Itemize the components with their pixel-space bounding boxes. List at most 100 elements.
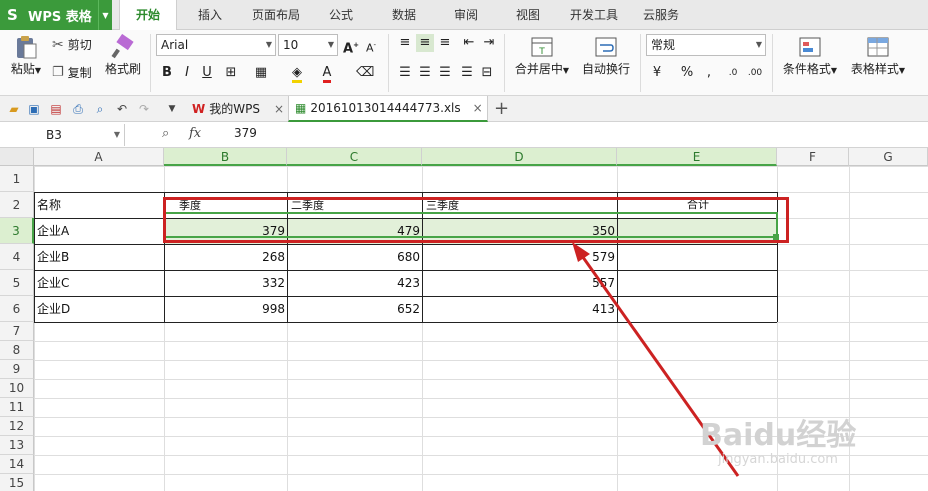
header-cell-q3[interactable]: 三季度 bbox=[423, 193, 553, 219]
fill-pattern-icon[interactable]: ▦ bbox=[252, 64, 270, 82]
formula-input[interactable]: 379 bbox=[234, 126, 257, 140]
paste-button[interactable]: 粘贴▼ bbox=[6, 34, 46, 77]
indent-decrease-icon[interactable]: ⇤ bbox=[460, 34, 478, 52]
fill-handle[interactable] bbox=[773, 234, 779, 240]
row-header[interactable]: 7 bbox=[0, 322, 34, 341]
column-header-c[interactable]: C bbox=[287, 148, 422, 166]
tab-developer[interactable]: 开发工具 bbox=[563, 0, 625, 30]
row-header[interactable]: 2 bbox=[0, 192, 34, 218]
doc-tab-spreadsheet[interactable]: ▦ 20161013014444773.xls × bbox=[288, 96, 488, 122]
cell-q1[interactable]: 998 bbox=[164, 296, 287, 322]
column-header-d[interactable]: D bbox=[422, 148, 617, 166]
underline-icon[interactable]: U bbox=[198, 64, 216, 82]
font-name-select[interactable]: Arial ▼ bbox=[156, 34, 276, 56]
tab-formulas[interactable]: 公式 bbox=[318, 0, 364, 30]
cell-q2[interactable]: 680 bbox=[287, 244, 422, 270]
row-header[interactable]: 5 bbox=[0, 270, 34, 296]
chevron-down-icon[interactable]: ▼ bbox=[164, 101, 180, 117]
percent-icon[interactable]: % bbox=[678, 64, 696, 82]
cell-q2[interactable]: 479 bbox=[287, 218, 422, 244]
row-header[interactable]: 6 bbox=[0, 296, 34, 322]
column-header-e[interactable]: E bbox=[617, 148, 777, 166]
cell-q3[interactable]: 579 bbox=[422, 244, 617, 270]
number-format-select[interactable]: 常规 ▼ bbox=[646, 34, 766, 56]
tab-view[interactable]: 视图 bbox=[505, 0, 551, 30]
save-icon[interactable]: ▣ bbox=[26, 101, 42, 117]
open-folder-icon[interactable]: ▰ bbox=[6, 101, 22, 117]
app-menu-button[interactable]: S WPS 表格 ▼ bbox=[0, 0, 112, 30]
decrease-font-icon[interactable]: A- bbox=[362, 36, 380, 55]
clear-format-icon[interactable]: ⌫ bbox=[356, 64, 374, 82]
row-header[interactable]: 3 bbox=[0, 218, 34, 244]
chevron-down-icon[interactable]: ▼ bbox=[98, 0, 112, 30]
close-icon[interactable]: × bbox=[274, 96, 284, 122]
align-top-icon[interactable]: ≡ bbox=[396, 34, 414, 52]
row-header[interactable]: 14 bbox=[0, 455, 34, 474]
font-color-icon[interactable]: A bbox=[318, 64, 336, 83]
row-header[interactable]: 11 bbox=[0, 398, 34, 417]
indent-increase-icon[interactable]: ⇥ bbox=[480, 34, 498, 52]
table-style-button[interactable]: 表格样式▼ bbox=[846, 34, 910, 77]
cell-q1[interactable]: 268 bbox=[164, 244, 287, 270]
tab-page-layout[interactable]: 页面布局 bbox=[243, 0, 309, 30]
bold-icon[interactable]: B bbox=[158, 64, 176, 82]
align-right-icon[interactable]: ☰ bbox=[436, 64, 454, 82]
tab-data[interactable]: 数据 bbox=[381, 0, 427, 30]
zoom-search-icon[interactable]: ⌕ bbox=[162, 126, 169, 141]
fill-color-icon[interactable]: ◈ bbox=[288, 64, 306, 83]
print-icon[interactable]: ⎙ bbox=[70, 101, 86, 117]
column-header-f[interactable]: F bbox=[777, 148, 849, 166]
column-header-g[interactable]: G bbox=[849, 148, 928, 166]
align-bottom-icon[interactable]: ≡ bbox=[436, 34, 454, 52]
cut-button[interactable]: ✂ 剪切 bbox=[52, 36, 92, 53]
tab-review[interactable]: 审阅 bbox=[443, 0, 489, 30]
merge-center-button[interactable]: T 合并居中▼ bbox=[510, 34, 574, 77]
row-header[interactable]: 12 bbox=[0, 417, 34, 436]
italic-icon[interactable]: I bbox=[178, 64, 196, 82]
cell-company-name[interactable]: 企业A bbox=[34, 218, 164, 244]
cell-q3[interactable]: 350 bbox=[422, 218, 617, 244]
redo-icon[interactable]: ↷ bbox=[136, 101, 152, 117]
currency-icon[interactable]: ¥ bbox=[648, 64, 666, 82]
column-header-a[interactable]: A bbox=[34, 148, 164, 166]
cell-q2[interactable]: 652 bbox=[287, 296, 422, 322]
justify-icon[interactable]: ☰ bbox=[458, 64, 476, 82]
sheet-grid[interactable]: ABCDEFG 12345678910111213141516 名称 季度 二季… bbox=[0, 148, 928, 491]
row-header[interactable]: 8 bbox=[0, 341, 34, 360]
row-header[interactable]: 13 bbox=[0, 436, 34, 455]
thousands-icon[interactable]: , bbox=[700, 64, 718, 82]
borders-icon[interactable]: ⊞ bbox=[222, 64, 240, 82]
align-center-icon[interactable]: ☰ bbox=[416, 64, 434, 82]
fx-icon[interactable]: fx bbox=[189, 126, 201, 141]
row-header[interactable]: 15 bbox=[0, 474, 34, 491]
tab-home[interactable]: 开始 bbox=[119, 0, 177, 31]
cell-q1[interactable]: 332 bbox=[164, 270, 287, 296]
conditional-format-button[interactable]: 条件格式▼ bbox=[778, 34, 842, 77]
cell-q1[interactable]: 379 bbox=[164, 218, 287, 244]
align-left-icon[interactable]: ☰ bbox=[396, 64, 414, 82]
distribute-icon[interactable]: ⊟ bbox=[478, 64, 496, 82]
tab-cloud[interactable]: 云服务 bbox=[636, 0, 686, 30]
header-cell-total[interactable]: 合计 bbox=[684, 192, 744, 218]
increase-font-icon[interactable]: A+ bbox=[342, 36, 360, 56]
wrap-text-button[interactable]: 自动换行 bbox=[580, 34, 632, 77]
select-all-corner[interactable] bbox=[0, 148, 34, 166]
font-size-select[interactable]: 10 ▼ bbox=[278, 34, 338, 56]
header-cell-q2[interactable]: 二季度 bbox=[288, 193, 418, 219]
cell-q3[interactable]: 413 bbox=[422, 296, 617, 322]
copy-button[interactable]: ❐ 复制 bbox=[52, 64, 92, 81]
cell-q3[interactable]: 557 bbox=[422, 270, 617, 296]
tab-insert[interactable]: 插入 bbox=[187, 0, 233, 30]
cell-company-name[interactable]: 企业D bbox=[34, 296, 164, 322]
export-pdf-icon[interactable]: ▤ bbox=[48, 101, 64, 117]
row-header[interactable]: 1 bbox=[0, 166, 34, 192]
cell-company-name[interactable]: 企业B bbox=[34, 244, 164, 270]
doc-tab-my-wps[interactable]: W 我的WPS × bbox=[186, 96, 286, 122]
align-middle-icon[interactable]: ≡ bbox=[416, 34, 434, 52]
print-preview-icon[interactable]: ⌕ bbox=[92, 101, 108, 117]
name-box[interactable]: B3 ▼ bbox=[0, 124, 125, 146]
new-tab-plus-icon[interactable]: + bbox=[494, 98, 509, 119]
header-cell-q1[interactable]: 季度 bbox=[176, 193, 296, 219]
column-header-b[interactable]: B bbox=[164, 148, 287, 166]
row-header[interactable]: 9 bbox=[0, 360, 34, 379]
